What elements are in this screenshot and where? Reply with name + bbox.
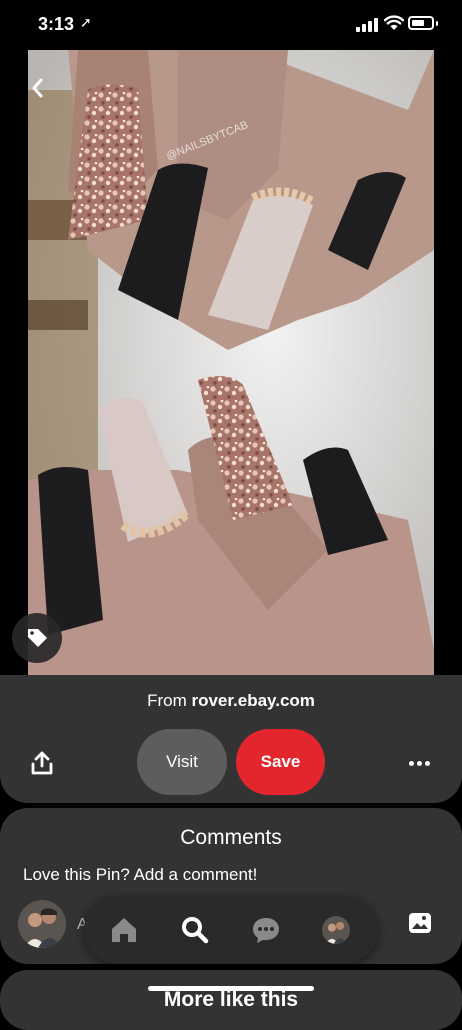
- share-icon[interactable]: [28, 749, 56, 777]
- wifi-icon: [384, 15, 404, 30]
- profile-icon[interactable]: [322, 916, 350, 944]
- location-icon: ➚: [80, 14, 92, 30]
- source-domain[interactable]: rover.ebay.com: [191, 691, 314, 710]
- signal-icon: [356, 18, 378, 32]
- comments-title: Comments: [180, 826, 282, 849]
- more-like-this-panel: More like this: [0, 970, 462, 1030]
- pin-image[interactable]: @NAILSBYTCAB: [28, 50, 434, 675]
- save-button[interactable]: Save: [236, 729, 325, 795]
- more-like-this-title: More like this: [163, 988, 299, 1011]
- pin-action-panel: From rover.ebay.com Visit Save: [0, 675, 462, 803]
- status-time: 3:13: [38, 14, 75, 34]
- back-icon[interactable]: [26, 74, 50, 102]
- photo-icon[interactable]: [408, 912, 432, 934]
- more-icon[interactable]: [406, 749, 434, 777]
- home-indicator: [148, 986, 314, 991]
- home-icon[interactable]: [108, 914, 140, 946]
- status-bar: 3:13 ➚: [0, 0, 462, 46]
- bottom-nav: [84, 896, 378, 964]
- battery-icon: [408, 16, 434, 30]
- search-icon[interactable]: [179, 914, 211, 946]
- visit-button[interactable]: Visit: [137, 729, 227, 795]
- tag-icon: [28, 629, 47, 647]
- messages-icon[interactable]: [250, 914, 282, 946]
- pin-source[interactable]: From rover.ebay.com: [0, 691, 462, 711]
- avatar: [18, 900, 66, 948]
- comment-prompt: Love this Pin? Add a comment!: [23, 865, 258, 884]
- tag-button[interactable]: [12, 613, 62, 663]
